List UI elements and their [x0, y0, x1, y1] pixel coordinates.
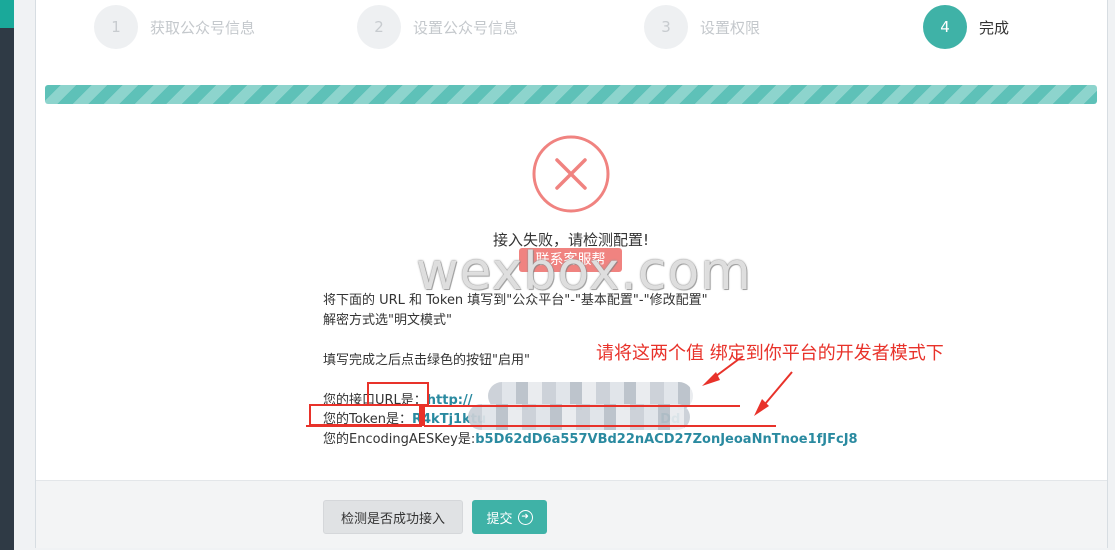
main-panel: 1 获取公众号信息 2 设置公众号信息 3 设置权限 4 完成 接入失败，请检测… [35, 0, 1108, 548]
step-number: 1 [94, 5, 138, 49]
instruction-line-1: 将下面的 URL 和 Token 填写到"公众平台"-"基本配置"-"修改配置" [323, 293, 708, 308]
step-label: 完成 [979, 18, 1010, 37]
check-connection-button[interactable]: 检测是否成功接入 [323, 500, 463, 534]
step-label: 设置公众号信息 [413, 18, 519, 37]
step-label: 设置权限 [700, 18, 761, 37]
arrow-right-icon: ➜ [517, 509, 533, 525]
submit-button[interactable]: 提交 ➜ [472, 500, 547, 534]
step-4: 4 完成 [923, 5, 1009, 49]
step-number: 2 [357, 5, 401, 49]
left-sidebar-accent [0, 0, 14, 28]
step-label: 获取公众号信息 [150, 18, 256, 37]
instruction-line-3: 填写完成之后点击绿色的按钮"启用" [323, 353, 530, 368]
progress-bar [45, 85, 1097, 104]
annotation-divider [421, 404, 425, 426]
aes-value: b5D62dD6a557VBd22nACD27ZonJeoaNnTnoe1fJF… [475, 432, 858, 447]
aes-key-row: 您的EncodingAESKey是:b5D62dD6a557VBd22nACD2… [323, 428, 858, 447]
annotation-underline [306, 425, 422, 427]
annotation-box-url [367, 382, 429, 406]
step-2: 2 设置公众号信息 [357, 5, 518, 49]
step-number: 4 [923, 5, 967, 49]
aes-label: 您的EncodingAESKey是: [323, 432, 476, 447]
footer-bar [36, 480, 1107, 548]
step-number: 3 [644, 5, 688, 49]
step-1: 1 获取公众号信息 [94, 5, 255, 49]
submit-label: 提交 [486, 511, 513, 527]
annotation-box-token [309, 404, 421, 426]
left-sidebar [0, 0, 14, 550]
instruction-line-2: 解密方式选"明文模式" [323, 313, 452, 328]
error-x-icon [532, 135, 610, 213]
step-3: 3 设置权限 [644, 5, 760, 49]
annotation-text: 请将这两个值 绑定到你平台的开发者模式下 [596, 343, 944, 364]
annotation-underline [424, 405, 740, 407]
annotation-underline [424, 425, 776, 427]
